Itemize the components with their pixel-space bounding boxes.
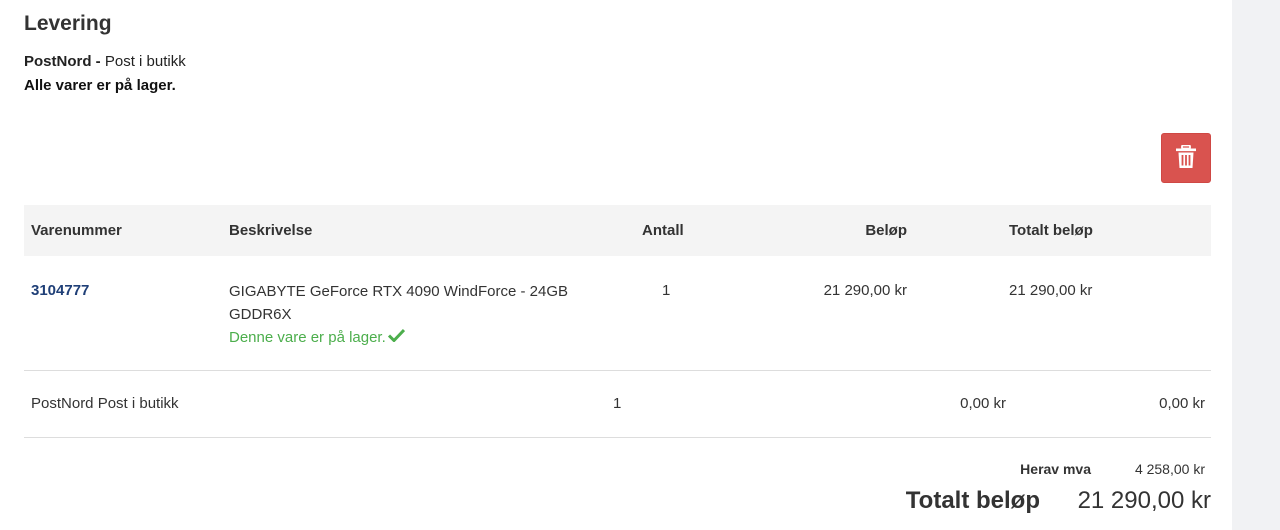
product-total: 21 290,00 kr — [1009, 282, 1093, 299]
vat-value: 4 258,00 kr — [1134, 461, 1205, 477]
delete-button[interactable] — [1161, 133, 1211, 183]
shipping-total: 0,00 kr — [1159, 395, 1205, 412]
table-header: Varenummer Beskrivelse Antall Beløp Tota… — [24, 205, 1211, 256]
stock-note-text: Denne vare er på lager. — [229, 329, 386, 346]
product-description: GIGABYTE GeForce RTX 4090 WindForce - 24… — [229, 280, 589, 349]
carrier-separator: - — [91, 53, 105, 70]
column-header-sku: Varenummer — [31, 222, 122, 239]
page-gutter — [1232, 0, 1280, 530]
carrier-method: Post i butikk — [104, 53, 186, 70]
shipping-amount: 0,00 kr — [960, 395, 1006, 412]
carrier-name: PostNord — [24, 53, 92, 70]
column-header-quantity: Antall — [642, 222, 684, 239]
product-stock-note: Denne vare er på lager. — [229, 326, 405, 349]
product-amount: 21 290,00 kr — [823, 282, 907, 299]
product-quantity: 1 — [662, 282, 671, 299]
product-name: GIGABYTE GeForce RTX 4090 WindForce - 24… — [229, 283, 569, 323]
delivery-section: Levering PostNord - Post i butikk Alle v… — [24, 0, 1211, 530]
total-label: Totalt beløp — [905, 487, 1040, 514]
shipping-description: PostNord Post i butikk — [31, 395, 179, 412]
checkmark-icon — [387, 326, 405, 349]
shipping-quantity: 1 — [613, 395, 622, 412]
trash-icon — [1176, 144, 1196, 172]
table-row: 3104777 GIGABYTE GeForce RTX 4090 WindFo… — [24, 256, 1211, 371]
column-header-amount: Beløp — [865, 222, 907, 239]
product-sku-link[interactable]: 3104777 — [31, 282, 89, 299]
vat-label: Herav mva — [1020, 461, 1091, 477]
section-title: Levering — [24, 12, 112, 35]
column-header-total: Totalt beløp — [1009, 222, 1093, 239]
column-header-description: Beskrivelse — [229, 222, 313, 239]
stock-status: Alle varer er på lager. — [24, 77, 176, 94]
total-value: 21 290,00 kr — [1077, 487, 1211, 514]
table-row: PostNord Post i butikk 1 0,00 kr 0,00 kr — [24, 371, 1211, 438]
carrier-info: PostNord - Post i butikk — [24, 53, 186, 70]
